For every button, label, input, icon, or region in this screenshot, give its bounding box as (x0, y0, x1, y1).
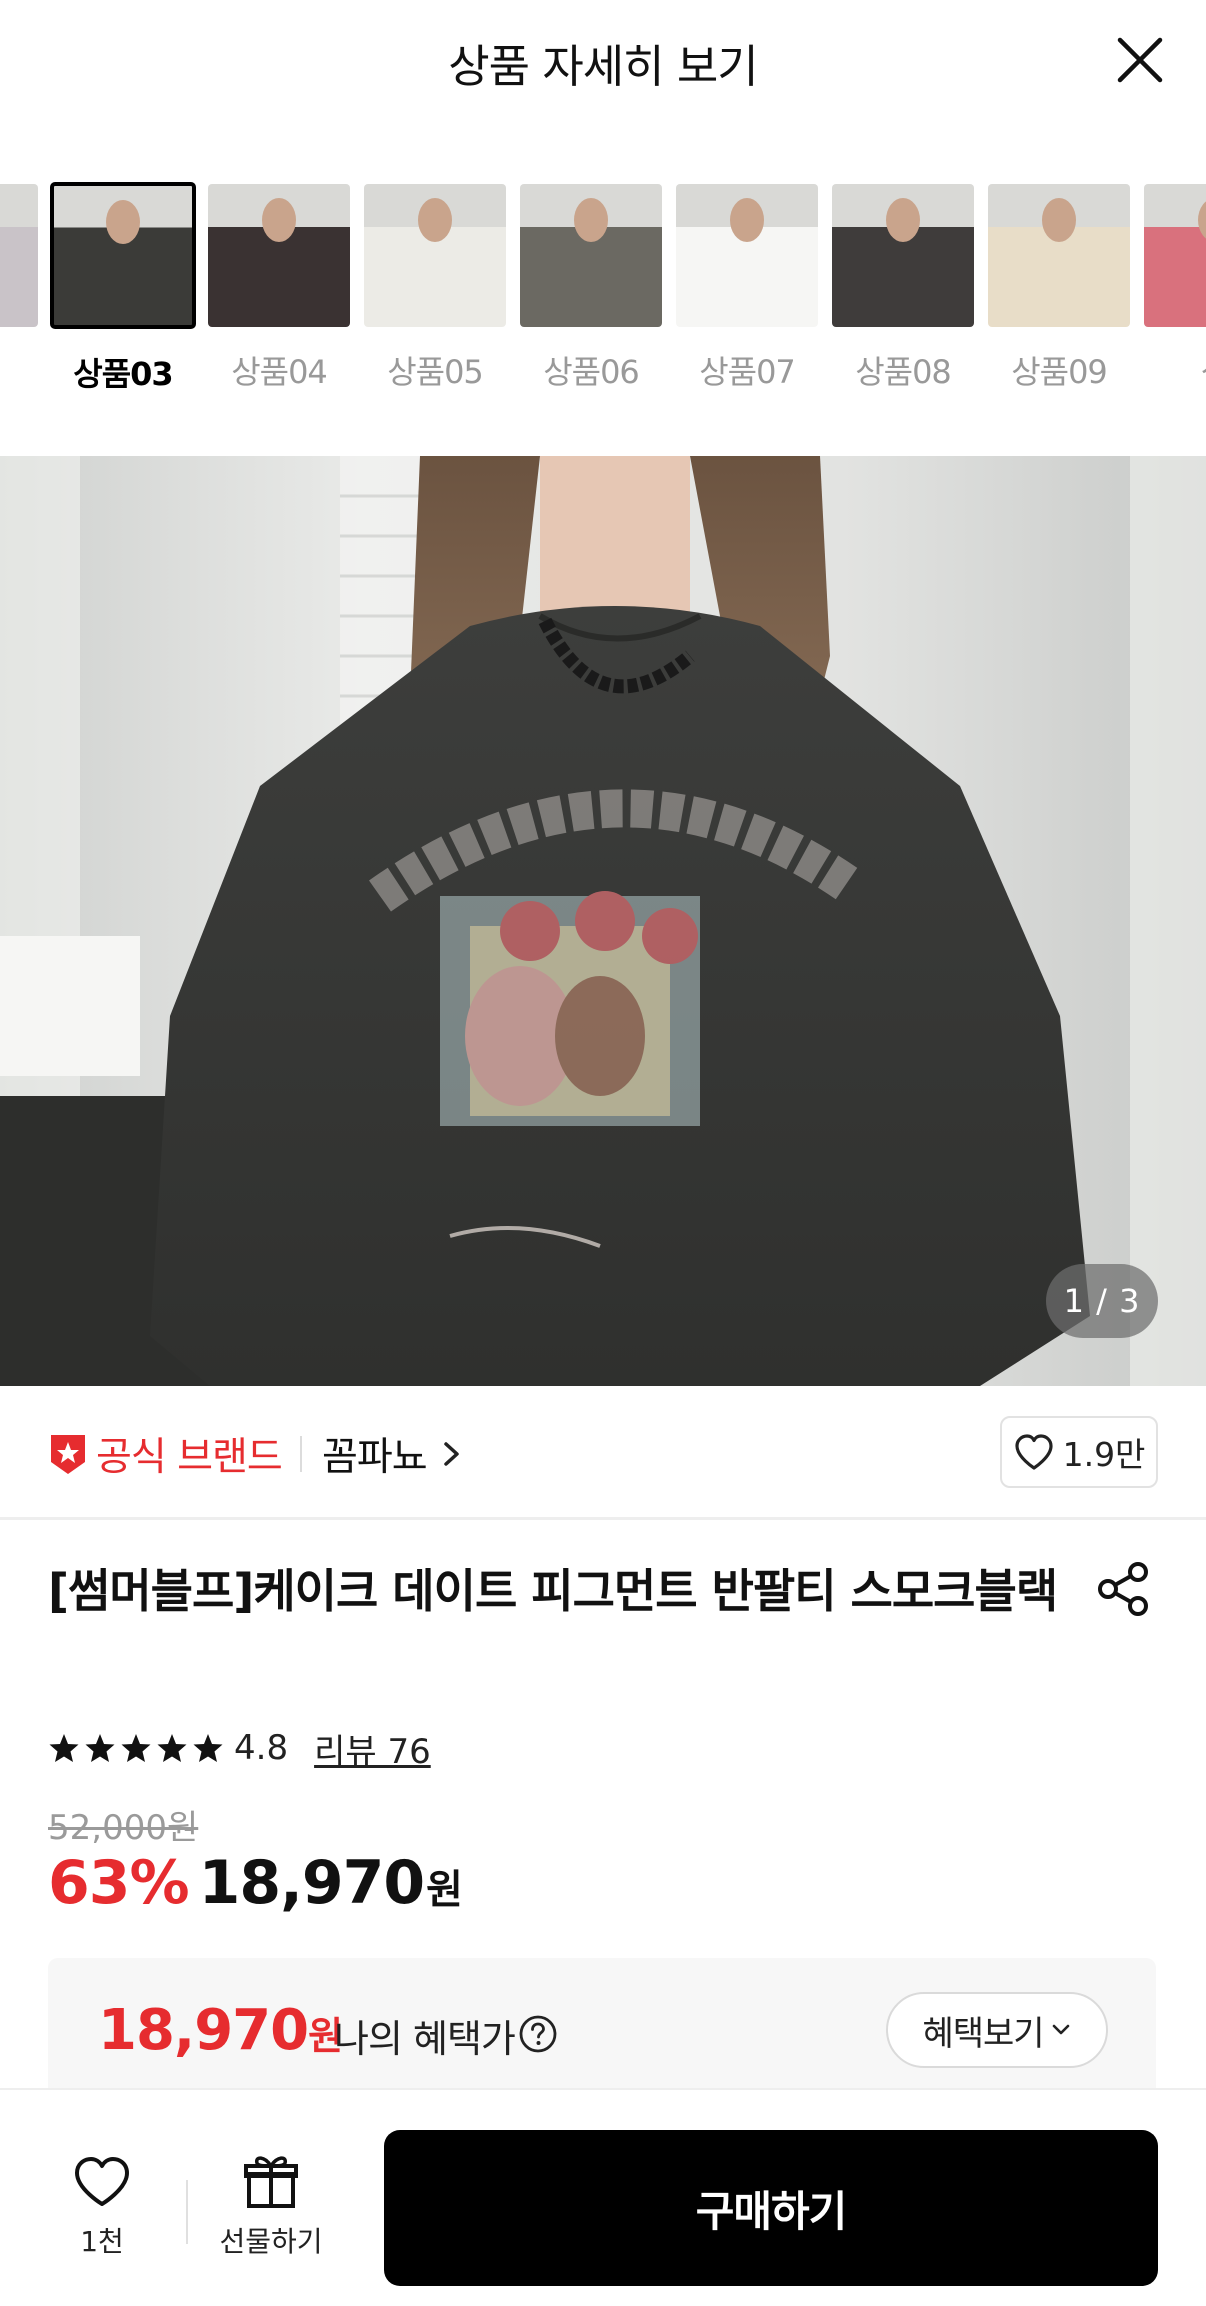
thumbnail-image (520, 184, 662, 327)
thumbnail-image (364, 184, 506, 327)
gift-button[interactable]: 선물하기 (206, 2152, 336, 2260)
thumbnail-model (886, 198, 920, 243)
thumbnail-label: 상품07 (699, 353, 796, 391)
thumbnail-image (208, 184, 350, 327)
product-thumbnail[interactable]: 상품05 (362, 182, 508, 393)
image-counter: 1 / 3 (1046, 1264, 1158, 1338)
wishlist-count: 1천 (80, 2225, 124, 2258)
product-thumbnail[interactable]: 상품08 (830, 182, 976, 393)
chevron-right-icon[interactable] (440, 1436, 464, 1472)
thumbnail-label: 상품05 (387, 353, 484, 391)
product-main-image[interactable]: 1 / 3 (0, 456, 1206, 1386)
brand-name-link[interactable]: 꼼파뇨 (322, 1426, 428, 1482)
star-rating (48, 1732, 224, 1764)
thumbnail-label: 상품08 (855, 353, 952, 391)
thumbnail-model (730, 198, 764, 243)
thumbnail-model (574, 198, 608, 243)
view-benefits-label: 혜택보기 (922, 2013, 1044, 2054)
benefit-price: 18,970원 (98, 1998, 343, 2063)
official-brand-label: 공식 브랜드 (96, 1435, 283, 1480)
sale-price-unit: 원 (426, 1867, 463, 1913)
thumbnail-label: 상품06 (543, 353, 640, 391)
product-photo (0, 456, 1206, 1386)
close-icon (1117, 37, 1163, 83)
discount-rate: 63% (48, 1848, 190, 1918)
star-icon (49, 1734, 79, 1762)
thumbnail-model (262, 198, 296, 243)
buy-button[interactable]: 구매하기 (384, 2130, 1158, 2286)
page-title: 상품 자세히 보기 (448, 40, 758, 93)
benefit-price-value: 18,970 (98, 1998, 309, 2063)
product-thumbnail[interactable]: 상품09 (986, 182, 1132, 393)
product-thumbnail[interactable]: 상 (1142, 182, 1206, 393)
product-thumbnail-strip[interactable]: 2 상품03 상품04 상품05 상품06 상품07 상품08 상품09 상 (0, 182, 1206, 402)
rating-row: 4.8 리뷰 76 (48, 1722, 431, 1774)
chevron-down-icon (1052, 2024, 1069, 2035)
bottom-bar-divider (186, 2180, 188, 2244)
thumbnail-image (676, 184, 818, 327)
wishlist-button[interactable]: 1천 (52, 2154, 152, 2260)
thumbnail-model (418, 198, 452, 243)
benefit-label: 나의 혜택가 (334, 2017, 516, 2061)
official-brand-badge-icon (51, 1435, 85, 1474)
gift-icon (244, 2156, 298, 2208)
thumbnail-model (106, 199, 140, 244)
star-icon (157, 1734, 187, 1762)
sale-price: 18,970 (198, 1848, 426, 1918)
bottom-action-bar: 1천 선물하기 구매하기 (0, 2088, 1206, 2306)
heart-icon (75, 2157, 129, 2206)
star-icon (121, 1734, 151, 1762)
product-thumbnail[interactable]: 상품07 (674, 182, 820, 393)
share-icon (1098, 1562, 1148, 1616)
thumbnail-image (0, 184, 38, 327)
brand-divider (300, 1436, 302, 1472)
star-icon (85, 1734, 115, 1762)
heart-outline-icon (1014, 1434, 1053, 1470)
original-price: 52,000원 (48, 1808, 199, 1848)
product-thumbnail[interactable]: 상품03 (50, 182, 196, 395)
thumbnail-model (1042, 198, 1076, 243)
brand-row: 공식 브랜드 꼼파뇨 1.9만 (0, 1386, 1206, 1520)
thumbnail-label: 2 (0, 347, 40, 385)
thumbnail-label: 상품03 (73, 355, 173, 393)
product-thumbnail[interactable]: 상품04 (206, 182, 352, 393)
product-thumbnail[interactable]: 2 (0, 182, 40, 385)
question-circle-icon[interactable] (518, 2014, 558, 2054)
brand-like-count: 1.9만 (1062, 1435, 1146, 1474)
price-row: 63% 18,970 원 (48, 1848, 463, 1918)
rating-value: 4.8 (234, 1728, 289, 1768)
star-icon (193, 1734, 223, 1762)
product-title: [썸머블프]케이크 데이트 피그먼트 반팔티 스모크블랙 (48, 1564, 1058, 1618)
thumbnail-image (988, 184, 1130, 327)
share-button[interactable] (1094, 1560, 1152, 1618)
thumbnail-image (1144, 184, 1206, 327)
thumbnail-image (50, 182, 196, 329)
thumbnail-image (832, 184, 974, 327)
thumbnail-label: 상품04 (231, 353, 328, 391)
view-benefits-button[interactable]: 혜택보기 (886, 1992, 1108, 2068)
thumbnail-label: 상품09 (1011, 353, 1108, 391)
review-link[interactable]: 리뷰 76 (314, 1724, 431, 1773)
close-button[interactable] (1110, 30, 1170, 90)
thumbnail-label: 상 (1142, 347, 1206, 393)
header: 상품 자세히 보기 (0, 0, 1206, 124)
thumbnail-model (1198, 198, 1206, 243)
gift-label: 선물하기 (219, 2225, 323, 2258)
brand-like-button[interactable]: 1.9만 (1000, 1416, 1158, 1488)
product-thumbnail[interactable]: 상품06 (518, 182, 664, 393)
